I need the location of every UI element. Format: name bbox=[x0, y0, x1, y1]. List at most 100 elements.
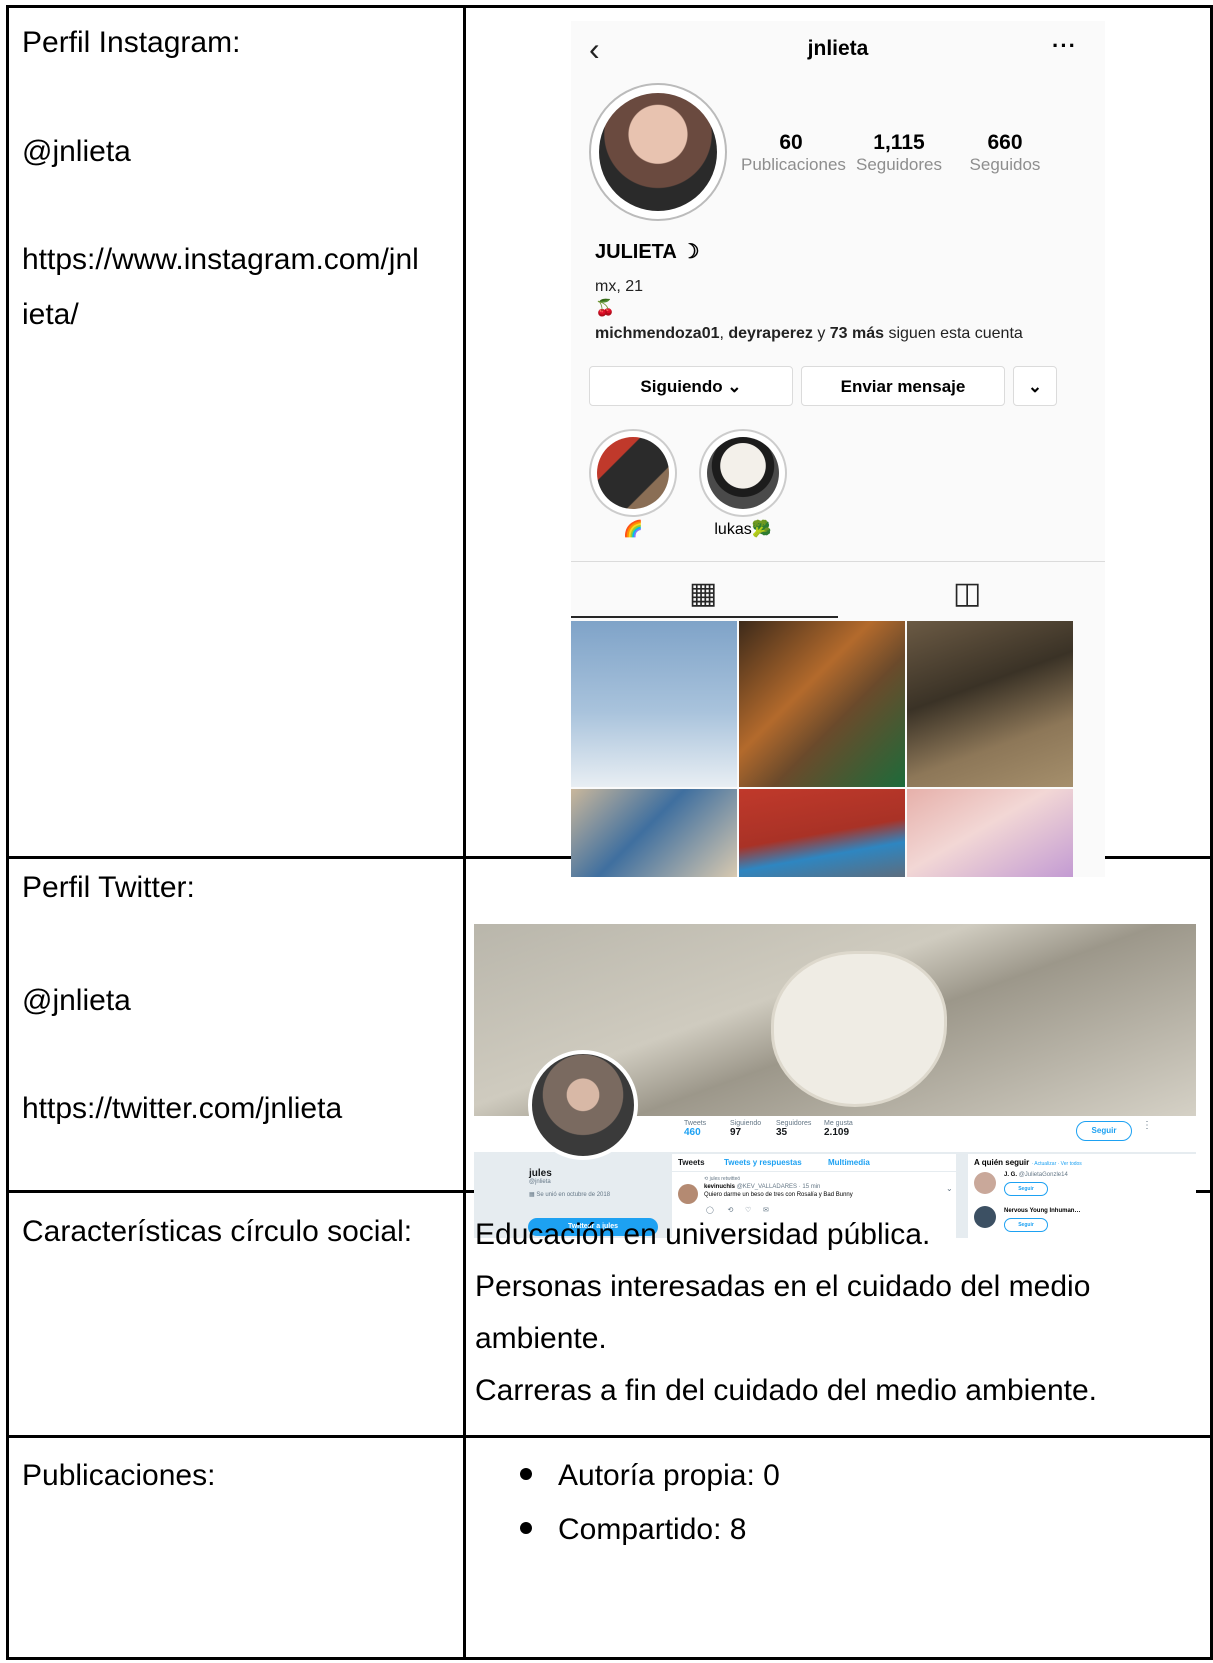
column-divider bbox=[463, 5, 466, 1660]
ig-stat-followers[interactable]: 1,115 Seguidores bbox=[849, 131, 949, 175]
ig-bio-emoji: 🍒 bbox=[595, 300, 615, 317]
twitter-url[interactable]: https://twitter.com/jnlieta bbox=[22, 1086, 342, 1132]
instagram-screenshot: ‹ jnlieta ··· 60 Publicaciones 1,115 Seg… bbox=[571, 21, 1105, 877]
post-thumbnail[interactable] bbox=[571, 621, 737, 787]
instagram-url[interactable]: https://www.instagram.com/jnl ieta/ bbox=[22, 237, 419, 338]
tweet-meta: @KEV_VALLADARES · 15 min bbox=[736, 1184, 821, 1190]
table-border-left bbox=[6, 5, 9, 1660]
ig-display-name: JULIETA ☽ bbox=[595, 241, 700, 263]
story-highlight-label: 🌈 bbox=[623, 521, 643, 538]
tw-stat-value: 35 bbox=[776, 1127, 788, 1138]
row-instagram-label-cell: Perfil Instagram: bbox=[22, 20, 240, 66]
publication-item-text: Compartido: 8 bbox=[558, 1513, 747, 1546]
active-tab-indicator bbox=[571, 616, 838, 618]
post-thumbnail[interactable] bbox=[907, 621, 1073, 787]
ig-bio-line: mx, 21 bbox=[595, 278, 644, 295]
follower-count[interactable]: 73 más bbox=[830, 325, 884, 342]
suggestions-dropdown-button[interactable]: ⌄ bbox=[1013, 366, 1057, 406]
ig-stat-value: 60 bbox=[779, 131, 803, 154]
post-thumbnail[interactable] bbox=[571, 789, 737, 877]
twitter-handle: @jnlieta bbox=[22, 984, 131, 1017]
who-to-follow-links[interactable]: · Actualizar · Ver todos bbox=[1032, 1161, 1082, 1167]
tw-stat-label: Tweets bbox=[684, 1120, 707, 1127]
tw-handle: @jnlieta bbox=[529, 1179, 551, 1185]
tw-name: jules bbox=[529, 1168, 552, 1179]
following-button[interactable]: Siguiendo ⌄ bbox=[589, 366, 793, 406]
divider bbox=[672, 1171, 956, 1172]
twitter-follow-button[interactable]: Seguir bbox=[1076, 1121, 1132, 1141]
suggestion-follow-button[interactable]: Seguir bbox=[1004, 1182, 1048, 1196]
followed-by-separator: y bbox=[812, 325, 830, 342]
tw-stat-value: 2.109 bbox=[824, 1127, 850, 1138]
row-label: Perfil Twitter: bbox=[22, 871, 195, 904]
ig-tab-bar bbox=[571, 561, 1105, 620]
publication-item: Compartido: 8 bbox=[520, 1507, 746, 1553]
row-publications-label: Publicaciones: bbox=[22, 1459, 216, 1492]
twitter-avatar[interactable] bbox=[528, 1050, 638, 1160]
tweet-author[interactable]: kevinuchis bbox=[704, 1184, 735, 1190]
more-options-icon[interactable]: ··· bbox=[1052, 33, 1077, 59]
instagram-handle: @jnlieta bbox=[22, 135, 131, 168]
table-border-bottom bbox=[6, 1657, 1213, 1660]
ig-stat-posts[interactable]: 60 Publicaciones bbox=[741, 131, 846, 175]
row-twitter-label-cell: Perfil Twitter: bbox=[22, 865, 195, 911]
ig-followed-by[interactable]: michmendoza01, deyraperez y 73 más sigue… bbox=[595, 325, 1023, 343]
ig-stat-following[interactable]: 660 Seguidos bbox=[955, 131, 1055, 175]
ig-username: jnlieta bbox=[807, 37, 869, 60]
story-highlight-1[interactable] bbox=[589, 429, 677, 517]
row-social-circle-label: Características círculo social: bbox=[22, 1215, 413, 1248]
tw-stat-label: Siguiendo bbox=[730, 1120, 762, 1127]
who-to-follow-title: A quién seguir bbox=[974, 1158, 1030, 1167]
tw-stat-followers[interactable]: Seguidores 35 bbox=[776, 1120, 811, 1138]
row-label: Perfil Instagram: bbox=[22, 26, 241, 59]
post-thumbnail[interactable] bbox=[739, 621, 905, 787]
tw-retweet-note: jules retwitteó bbox=[709, 1176, 741, 1182]
tw-stat-value: 460 bbox=[684, 1127, 701, 1138]
suggestion-name[interactable]: J. G. bbox=[1004, 1172, 1017, 1178]
follower-name[interactable]: michmendoza01 bbox=[595, 325, 719, 342]
tweet-text: Quiero darme un beso de tres con Rosalía… bbox=[704, 1192, 853, 1198]
tw-stat-label: Me gusta bbox=[824, 1120, 853, 1127]
tab-media[interactable]: Multimedia bbox=[828, 1158, 870, 1167]
tw-stat-following[interactable]: Siguiendo 97 bbox=[730, 1120, 761, 1138]
twitter-profile-card: jules @jnlieta ▦ Se unió en octubre de 2… bbox=[529, 1168, 610, 1198]
suggestion-avatar[interactable] bbox=[974, 1172, 996, 1194]
follower-name[interactable]: deyraperez bbox=[728, 325, 813, 342]
ig-stat-label: Seguidores bbox=[855, 155, 942, 174]
publication-item: Autoría propia: 0 bbox=[520, 1453, 780, 1499]
instagram-url-line1[interactable]: https://www.instagram.com/jnl bbox=[22, 237, 419, 283]
tw-stat-likes[interactable]: Me gusta 2.109 bbox=[824, 1120, 853, 1138]
row-divider-3 bbox=[6, 1435, 1213, 1438]
tab-tweets-replies[interactable]: Tweets y respuestas bbox=[724, 1158, 802, 1167]
table-border-top bbox=[6, 5, 1213, 8]
bullet-icon bbox=[520, 1468, 532, 1481]
tw-stat-value: 97 bbox=[730, 1127, 742, 1138]
story-highlight-label: lukas🥦 bbox=[714, 521, 772, 538]
ig-stat-value: 660 bbox=[987, 131, 1023, 154]
more-options-icon[interactable]: ⋮ bbox=[1142, 1120, 1152, 1131]
story-highlight-2[interactable] bbox=[699, 429, 787, 517]
tw-stat-tweets[interactable]: Tweets 460 bbox=[684, 1120, 706, 1138]
send-message-button[interactable]: Enviar mensaje bbox=[801, 366, 1005, 406]
description-line: ambiente. bbox=[475, 1322, 607, 1355]
ig-stat-label: Publicaciones bbox=[741, 155, 846, 174]
bullet-icon bbox=[520, 1522, 532, 1535]
tab-tweets[interactable]: Tweets bbox=[678, 1158, 705, 1167]
ig-stat-label: Seguidos bbox=[969, 155, 1041, 174]
ig-avatar[interactable] bbox=[589, 83, 727, 221]
chevron-down-icon[interactable]: ⌄ bbox=[946, 1184, 953, 1193]
tw-joined: Se unió en octubre de 2018 bbox=[536, 1192, 611, 1198]
ig-stat-value: 1,115 bbox=[873, 131, 925, 154]
grid-icon[interactable]: ▦ bbox=[689, 576, 717, 611]
publication-item-text: Autoría propia: 0 bbox=[558, 1459, 780, 1492]
post-thumbnail[interactable] bbox=[907, 789, 1073, 877]
description-line: Personas interesadas en el cuidado del m… bbox=[475, 1270, 1091, 1303]
suggestion-handle: @JulietaGonzle14 bbox=[1018, 1172, 1068, 1178]
social-circle-description: Educación en universidad pública. Person… bbox=[475, 1209, 1097, 1417]
twitter-screenshot: Tweets 460 Siguiendo 97 Seguidores 35 Me gu… bbox=[474, 924, 1196, 1238]
instagram-url-line2[interactable]: ieta/ bbox=[22, 292, 419, 338]
tweet-author-avatar[interactable] bbox=[678, 1184, 698, 1204]
followed-by-tail: siguen esta cuenta bbox=[884, 325, 1023, 342]
tagged-photos-icon[interactable]: ◫ bbox=[953, 576, 981, 611]
post-thumbnail[interactable] bbox=[739, 789, 905, 877]
